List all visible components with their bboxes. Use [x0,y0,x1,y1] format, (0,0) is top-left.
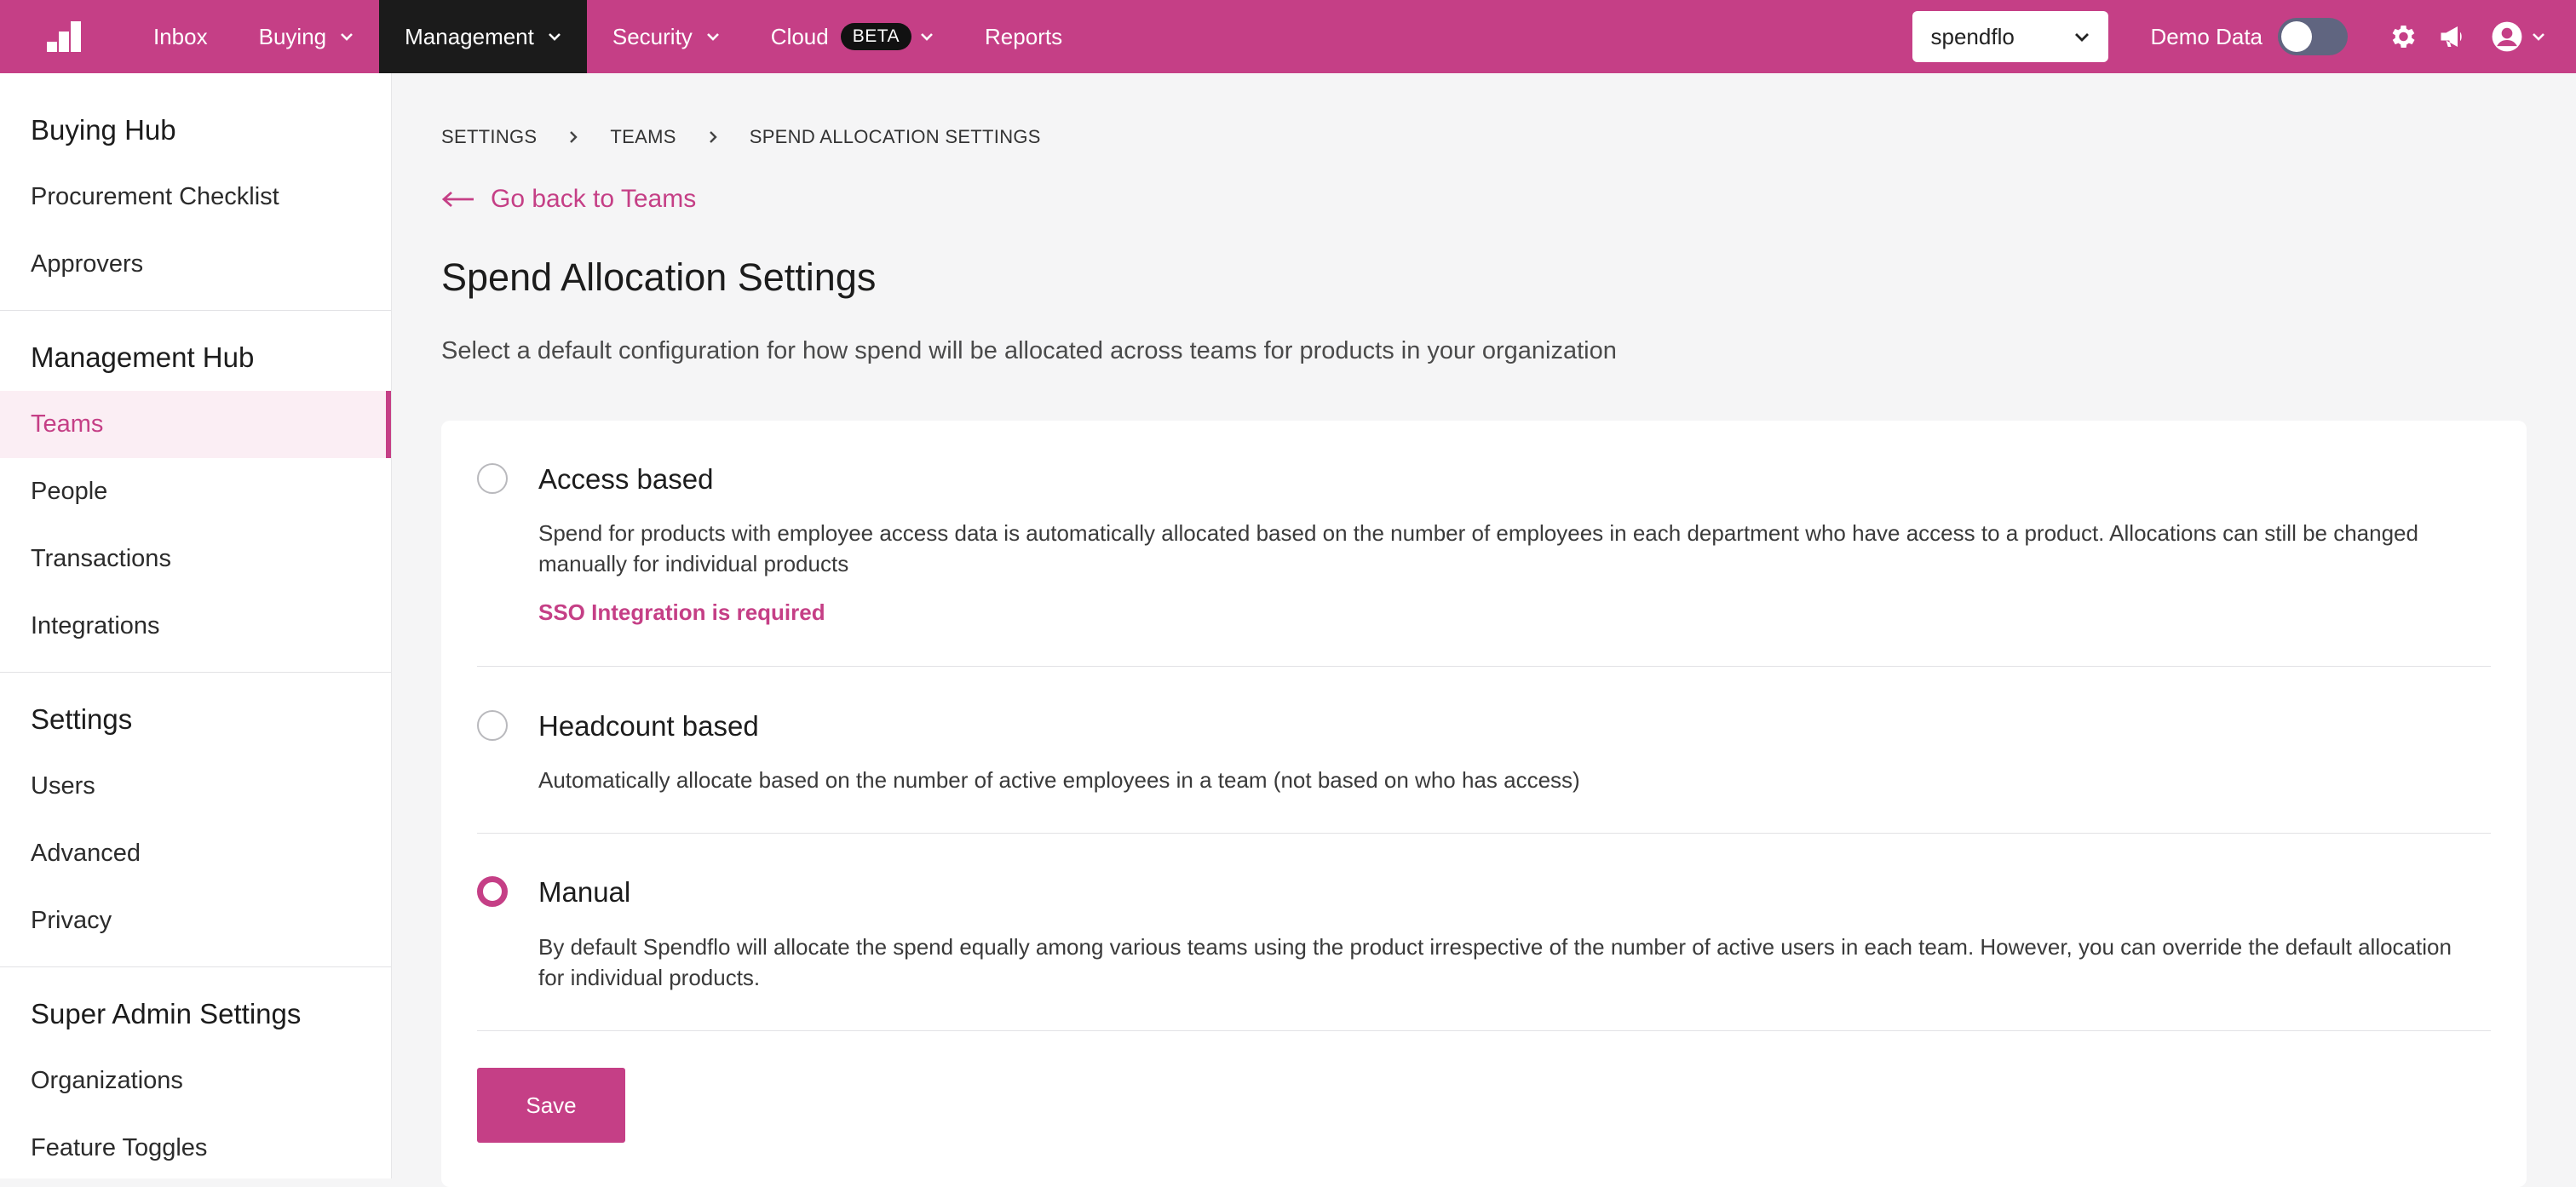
megaphone-icon[interactable] [2436,21,2469,52]
beta-badge: BETA [841,23,911,50]
nav-management-label: Management [405,24,534,50]
sidebar-section-management-hub: Management Hub [0,324,391,391]
allocation-options-card: Access based Spend for products with emp… [441,421,2527,1187]
breadcrumb-teams[interactable]: TEAMS [610,126,676,148]
sidebar-section-buying-hub: Buying Hub [0,97,391,163]
manual-description: By default Spendflo will allocate the sp… [538,932,2481,993]
sidebar-item-advanced[interactable]: Advanced [0,820,391,887]
user-menu[interactable] [2491,20,2545,53]
headcount-based-title: Headcount based [538,710,759,743]
back-link-label: Go back to Teams [491,185,696,214]
nav-cloud-label: Cloud [771,24,829,50]
sidebar-item-organizations[interactable]: Organizations [0,1047,391,1115]
headcount-based-description: Automatically allocate based on the numb… [538,765,2481,795]
nav-reports[interactable]: Reports [959,0,1088,73]
sso-requirement-note: SSO Integration is required [538,599,825,626]
chevron-down-icon [920,32,934,41]
top-right-controls: spendflo Demo Data [1912,0,2576,73]
sidebar-item-integrations[interactable]: Integrations [0,593,391,660]
sidebar-divider [0,672,391,673]
demo-data-label: Demo Data [2151,24,2263,50]
top-navigation-bar: Inbox Buying Management Security Cloud B… [0,0,2576,73]
back-to-teams-link[interactable]: Go back to Teams [441,182,2528,216]
main-content: SETTINGS TEAMS SPEND ALLOCATION SETTINGS… [441,73,2528,368]
user-avatar-icon [2491,20,2523,53]
chevron-down-icon [2074,32,2090,42]
nav-security[interactable]: Security [587,0,745,73]
breadcrumb-settings[interactable]: SETTINGS [441,126,537,148]
sidebar-item-procurement-checklist[interactable]: Procurement Checklist [0,163,391,231]
breadcrumb: SETTINGS TEAMS SPEND ALLOCATION SETTINGS [441,116,2528,158]
nav-buying-label: Buying [259,24,327,50]
access-based-title: Access based [538,463,713,496]
manual-radio[interactable] [477,876,508,907]
chevron-down-icon [2532,32,2545,41]
sidebar-item-teams[interactable]: Teams [0,391,391,458]
page-title: Spend Allocation Settings [441,255,2528,303]
sidebar-item-privacy[interactable]: Privacy [0,887,391,955]
organization-select-value: spendflo [1931,24,2015,50]
sidebar: Buying Hub Procurement Checklist Approve… [0,73,392,1178]
nav-cloud[interactable]: Cloud BETA [745,0,959,73]
page-subtitle: Select a default configuration for how s… [441,337,2528,368]
sidebar-item-feature-toggles[interactable]: Feature Toggles [0,1115,391,1182]
nav-buying[interactable]: Buying [233,0,380,73]
save-button[interactable]: Save [477,1068,625,1143]
demo-data-toggle[interactable] [2278,18,2348,55]
toggle-knob [2281,21,2312,52]
sidebar-item-people[interactable]: People [0,458,391,525]
breadcrumb-spend-allocation-settings: SPEND ALLOCATION SETTINGS [750,126,1041,148]
nav-inbox[interactable]: Inbox [128,0,233,73]
sidebar-divider [0,966,391,967]
chevron-down-icon [548,32,561,41]
gear-icon[interactable] [2387,21,2418,52]
sidebar-item-transactions[interactable]: Transactions [0,525,391,593]
chevron-right-icon [569,130,578,144]
sidebar-divider [0,310,391,311]
organization-select[interactable]: spendflo [1912,11,2108,62]
manual-title: Manual [538,876,630,909]
sidebar-section-settings: Settings [0,686,391,753]
nav-reports-label: Reports [985,24,1062,50]
nav-security-label: Security [612,24,693,50]
chevron-down-icon [340,32,354,41]
access-based-description: Spend for products with employee access … [538,518,2481,579]
nav-management[interactable]: Management [379,0,587,73]
access-based-radio[interactable] [477,463,508,494]
option-divider [477,833,2491,834]
chevron-right-icon [709,130,717,144]
spendflo-logo-icon[interactable] [0,0,128,73]
option-divider [477,1030,2491,1031]
arrow-left-icon [441,191,475,208]
sidebar-item-approvers[interactable]: Approvers [0,231,391,298]
headcount-based-radio[interactable] [477,710,508,741]
chevron-down-icon [706,32,720,41]
sidebar-item-users[interactable]: Users [0,753,391,820]
option-divider [477,666,2491,667]
sidebar-section-super-admin-settings: Super Admin Settings [0,981,391,1047]
nav-inbox-label: Inbox [153,24,208,50]
